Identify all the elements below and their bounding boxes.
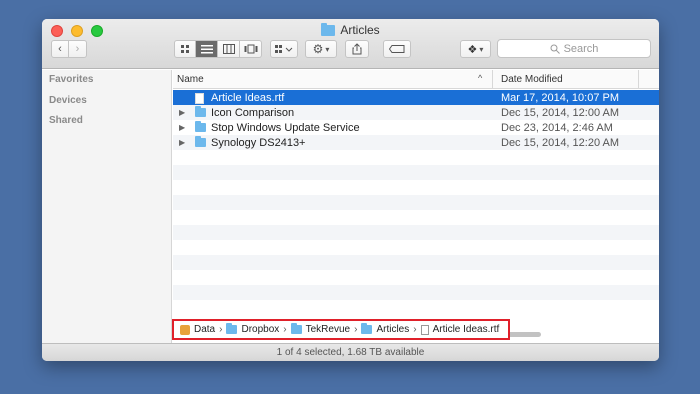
- empty-row: [173, 180, 659, 195]
- coverflow-view-button[interactable]: [240, 40, 262, 58]
- column-view-icon: [222, 44, 235, 54]
- share-icon: [352, 43, 362, 55]
- empty-row: [173, 240, 659, 255]
- folder-icon: [321, 22, 336, 36]
- sidebar-heading-shared[interactable]: Shared: [49, 115, 83, 126]
- folder-icon: [290, 323, 302, 334]
- file-name: Synology DS2413+: [211, 136, 306, 149]
- column-headers: Name ^ Date Modified: [173, 70, 659, 89]
- file-list: Name ^ Date Modified Article Ideas.rtf M…: [173, 70, 659, 344]
- window-title-text: Articles: [340, 23, 380, 37]
- disclosure-triangle-icon[interactable]: ▶: [179, 138, 185, 147]
- toolbar: Articles ‹ › ⚙ ▾ ❖ ▾ Search: [42, 19, 659, 69]
- empty-row: [173, 300, 659, 315]
- path-separator-icon: ›: [413, 324, 417, 335]
- finder-window: Articles ‹ › ⚙ ▾ ❖ ▾ Search Favorites De…: [42, 19, 659, 361]
- empty-row: [173, 285, 659, 300]
- empty-row: [173, 225, 659, 240]
- empty-row: [173, 270, 659, 285]
- folder-icon: [226, 323, 238, 334]
- column-divider[interactable]: [492, 70, 493, 89]
- search-placeholder: Search: [563, 42, 599, 55]
- dropbox-icon: ❖: [467, 43, 478, 56]
- column-view-button[interactable]: [218, 40, 240, 58]
- folder-icon: [195, 121, 206, 132]
- gear-icon: ⚙: [312, 42, 324, 56]
- column-divider[interactable]: [638, 70, 639, 89]
- folder-icon: [195, 136, 206, 147]
- tag-icon: [389, 45, 405, 53]
- path-separator-icon: ›: [219, 324, 223, 335]
- dropbox-button[interactable]: ❖ ▾: [460, 40, 491, 58]
- search-field[interactable]: Search: [497, 39, 651, 58]
- file-rows: Article Ideas.rtf Mar 17, 2014, 10:07 PM…: [173, 90, 659, 315]
- file-name: Icon Comparison: [211, 106, 295, 119]
- document-icon: [420, 324, 429, 335]
- icon-view-button[interactable]: [174, 40, 196, 58]
- path-separator-icon: ›: [283, 324, 287, 335]
- icon-view-icon: [181, 45, 189, 53]
- back-button[interactable]: ‹: [51, 40, 69, 58]
- status-bar: 1 of 4 selected, 1.68 TB available: [42, 343, 659, 361]
- drive-icon: [180, 324, 190, 335]
- file-row-stop-windows-update[interactable]: ▶ Stop Windows Update Service Dec 23, 20…: [173, 120, 659, 135]
- chevron-down-icon: ▾: [479, 44, 484, 54]
- empty-row: [173, 150, 659, 165]
- coverflow-view-icon: [244, 44, 257, 54]
- file-row-article-ideas[interactable]: Article Ideas.rtf Mar 17, 2014, 10:07 PM: [173, 90, 659, 105]
- path-item-article-ideas[interactable]: Article Ideas.rtf: [433, 324, 500, 335]
- window-title: Articles: [42, 22, 659, 37]
- forward-button[interactable]: ›: [69, 40, 87, 58]
- nav-buttons: ‹ ›: [51, 40, 88, 58]
- empty-row: [173, 165, 659, 180]
- list-view-button[interactable]: [196, 40, 218, 58]
- file-date: Mar 17, 2014, 10:07 PM: [501, 91, 620, 104]
- document-icon: [195, 93, 204, 104]
- file-date: Dec 23, 2014, 2:46 AM: [501, 121, 613, 134]
- sidebar-heading-favorites[interactable]: Favorites: [49, 74, 93, 85]
- sidebar-heading-devices[interactable]: Devices: [49, 95, 87, 106]
- folder-icon: [361, 323, 373, 334]
- disclosure-triangle-icon[interactable]: ▶: [179, 123, 185, 132]
- search-icon: [550, 44, 560, 54]
- arrange-button[interactable]: [270, 40, 298, 58]
- path-item-data[interactable]: Data: [194, 324, 215, 335]
- view-mode-buttons: [174, 40, 262, 58]
- file-row-synology[interactable]: ▶ Synology DS2413+ Dec 15, 2014, 12:20 A…: [173, 135, 659, 150]
- column-header-date-modified[interactable]: Date Modified: [501, 74, 563, 85]
- arrange-icon: [275, 45, 293, 53]
- path-item-tekrevue[interactable]: TekRevue: [306, 324, 350, 335]
- empty-row: [173, 255, 659, 270]
- file-date: Dec 15, 2014, 12:20 AM: [501, 136, 620, 149]
- folder-icon: [195, 106, 206, 117]
- share-button[interactable]: [345, 40, 369, 58]
- empty-row: [173, 210, 659, 225]
- tags-button[interactable]: [383, 40, 411, 58]
- empty-row: [173, 195, 659, 210]
- path-item-articles[interactable]: Articles: [376, 324, 409, 335]
- action-button[interactable]: ⚙ ▾: [305, 40, 337, 58]
- path-bar: Data › Dropbox › TekRevue › Articles › A…: [172, 319, 510, 340]
- column-header-name[interactable]: Name: [177, 74, 204, 85]
- chevron-down-icon: ▾: [325, 44, 330, 54]
- sort-ascending-icon: ^: [478, 73, 483, 83]
- file-name: Stop Windows Update Service: [211, 121, 360, 134]
- list-view-icon: [200, 45, 213, 54]
- file-name: Article Ideas.rtf: [211, 91, 285, 104]
- file-date: Dec 15, 2014, 12:00 AM: [501, 106, 620, 119]
- sidebar: Favorites Devices Shared: [42, 70, 172, 344]
- path-separator-icon: ›: [354, 324, 358, 335]
- path-item-dropbox[interactable]: Dropbox: [241, 324, 279, 335]
- file-row-icon-comparison[interactable]: ▶ Icon Comparison Dec 15, 2014, 12:00 AM: [173, 105, 659, 120]
- disclosure-triangle-icon[interactable]: ▶: [179, 108, 185, 117]
